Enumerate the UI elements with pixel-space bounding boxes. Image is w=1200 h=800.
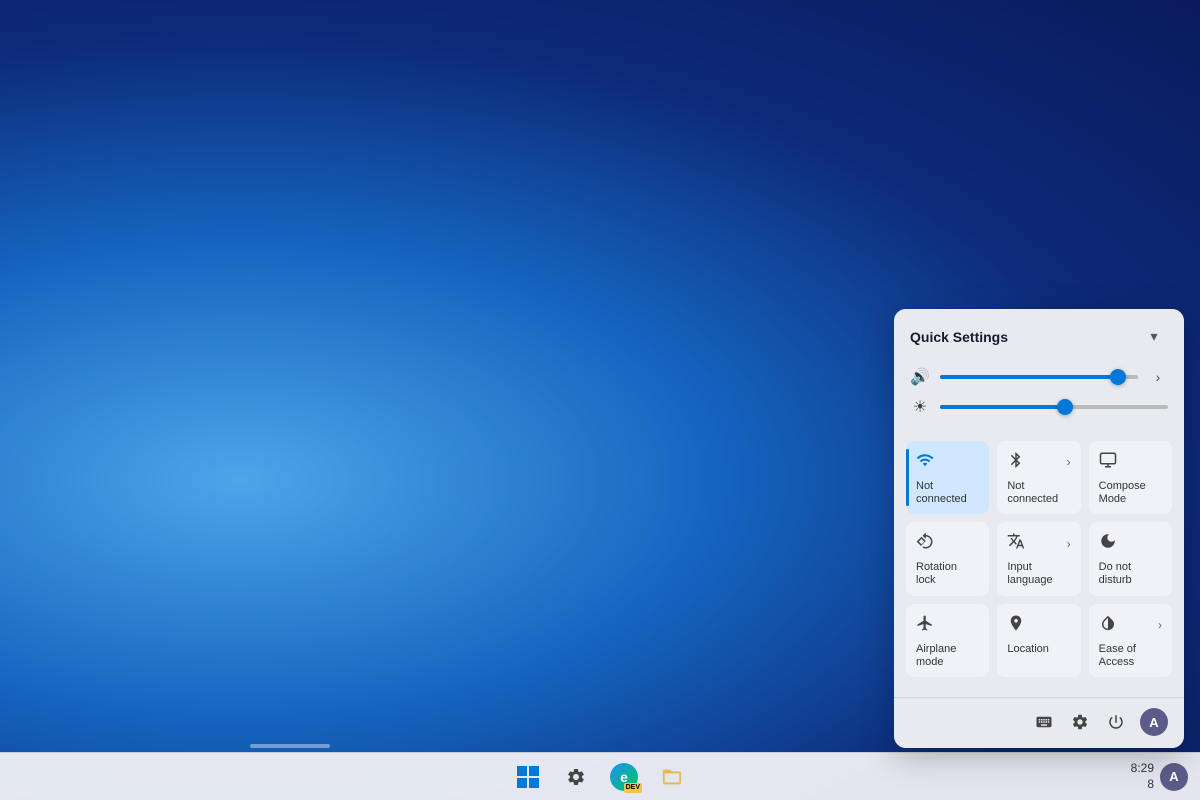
tile-airplane-label: Airplane mode — [916, 643, 979, 669]
rotation-lock-icon — [916, 532, 934, 555]
location-icon — [1007, 614, 1025, 637]
edge-dev-badge: DEV — [624, 783, 642, 793]
keyboard-bottom-icon[interactable] — [1028, 706, 1060, 738]
taskbar-center: e DEV — [508, 757, 692, 797]
edge-icon: e DEV — [610, 763, 638, 791]
compose-mode-icon — [1099, 451, 1117, 474]
brightness-row: ☀ — [910, 397, 1168, 417]
brightness-track — [940, 405, 1168, 409]
ease-of-access-arrow[interactable]: › — [1158, 618, 1162, 632]
volume-track — [940, 375, 1138, 379]
taskbar-time: 8:29 — [1131, 761, 1154, 777]
taskbar-settings-button[interactable] — [556, 757, 596, 797]
tile-wifi-label: Not connected — [916, 480, 979, 506]
tile-bluetooth[interactable]: › Not connected — [997, 441, 1080, 514]
quick-settings-tiles: Not connected › Not connected — [894, 437, 1184, 697]
tile-input-language[interactable]: › Input language — [997, 522, 1080, 595]
volume-icon: 🔊 — [910, 367, 930, 387]
tile-wifi[interactable]: Not connected — [906, 441, 989, 514]
volume-fill — [940, 375, 1118, 379]
tiles-row-1: Not connected › Not connected — [906, 441, 1172, 514]
tile-ease-of-access[interactable]: › Ease of Access — [1089, 604, 1172, 677]
tile-compose-header — [1099, 451, 1162, 474]
quick-settings-title: Quick Settings — [910, 329, 1008, 345]
quick-settings-header: Quick Settings ▾ — [894, 309, 1184, 361]
quick-settings-sliders: 🔊 › ☀ — [894, 361, 1184, 437]
tile-location-header — [1007, 614, 1070, 637]
taskbar-file-explorer-button[interactable] — [652, 757, 692, 797]
tile-compose-mode[interactable]: Compose Mode — [1089, 441, 1172, 514]
tile-wifi-header — [916, 451, 979, 474]
quick-settings-avatar[interactable]: A — [1140, 708, 1168, 736]
volume-row: 🔊 › — [910, 367, 1168, 387]
tile-location[interactable]: Location — [997, 604, 1080, 677]
do-not-disturb-icon — [1099, 532, 1117, 555]
quick-settings-bottom: A — [894, 697, 1184, 748]
volume-arrow[interactable]: › — [1148, 369, 1168, 385]
tile-do-not-disturb[interactable]: Do not disturb — [1089, 522, 1172, 595]
tile-input-header: › — [1007, 532, 1070, 555]
tile-rotation-label: Rotation lock — [916, 561, 979, 587]
tile-dnd-header — [1099, 532, 1162, 555]
airplane-mode-icon — [916, 614, 934, 637]
taskbar-date: 8 — [1131, 777, 1154, 793]
volume-slider[interactable] — [940, 367, 1138, 387]
tiles-row-3: Airplane mode Location — [906, 604, 1172, 677]
power-bottom-icon[interactable] — [1100, 706, 1132, 738]
taskbar: e DEV 8:29 8 A — [0, 752, 1200, 800]
tile-ease-header: › — [1099, 614, 1162, 637]
tile-location-label: Location — [1007, 643, 1049, 656]
brightness-fill — [940, 405, 1065, 409]
tile-input-label: Input language — [1007, 561, 1070, 587]
taskbar-edge-button[interactable]: e DEV — [604, 757, 644, 797]
tile-dnd-label: Do not disturb — [1099, 561, 1162, 587]
bluetooth-arrow[interactable]: › — [1067, 455, 1071, 469]
tile-rotation-header — [916, 532, 979, 555]
tile-bluetooth-label: Not connected — [1007, 480, 1070, 506]
brightness-thumb[interactable] — [1057, 399, 1073, 415]
tile-rotation-lock[interactable]: Rotation lock — [906, 522, 989, 595]
input-language-icon — [1007, 532, 1025, 555]
tile-airplane-mode[interactable]: Airplane mode — [906, 604, 989, 677]
ease-of-access-icon — [1099, 614, 1117, 637]
windows-start-button[interactable] — [508, 757, 548, 797]
settings-bottom-icon[interactable] — [1064, 706, 1096, 738]
tile-ease-label: Ease of Access — [1099, 643, 1162, 669]
volume-thumb[interactable] — [1110, 369, 1126, 385]
brightness-icon: ☀ — [910, 397, 930, 417]
tile-active-bar — [906, 449, 909, 506]
bluetooth-icon — [1007, 451, 1025, 474]
desktop: Quick Settings ▾ 🔊 › ☀ — [0, 0, 1200, 800]
taskbar-clock[interactable]: 8:29 8 — [1131, 761, 1154, 792]
quick-settings-collapse-button[interactable]: ▾ — [1140, 323, 1168, 351]
scroll-indicator — [250, 744, 330, 748]
tile-bluetooth-header: › — [1007, 451, 1070, 474]
tile-airplane-header — [916, 614, 979, 637]
quick-settings-panel: Quick Settings ▾ 🔊 › ☀ — [894, 309, 1184, 748]
taskbar-right: 8:29 8 A — [1131, 761, 1200, 792]
tiles-row-2: Rotation lock › Input language — [906, 522, 1172, 595]
wifi-icon — [916, 451, 934, 474]
tile-compose-label: Compose Mode — [1099, 480, 1162, 506]
taskbar-avatar[interactable]: A — [1160, 763, 1188, 791]
brightness-slider[interactable] — [940, 397, 1168, 417]
input-language-arrow[interactable]: › — [1067, 537, 1071, 551]
